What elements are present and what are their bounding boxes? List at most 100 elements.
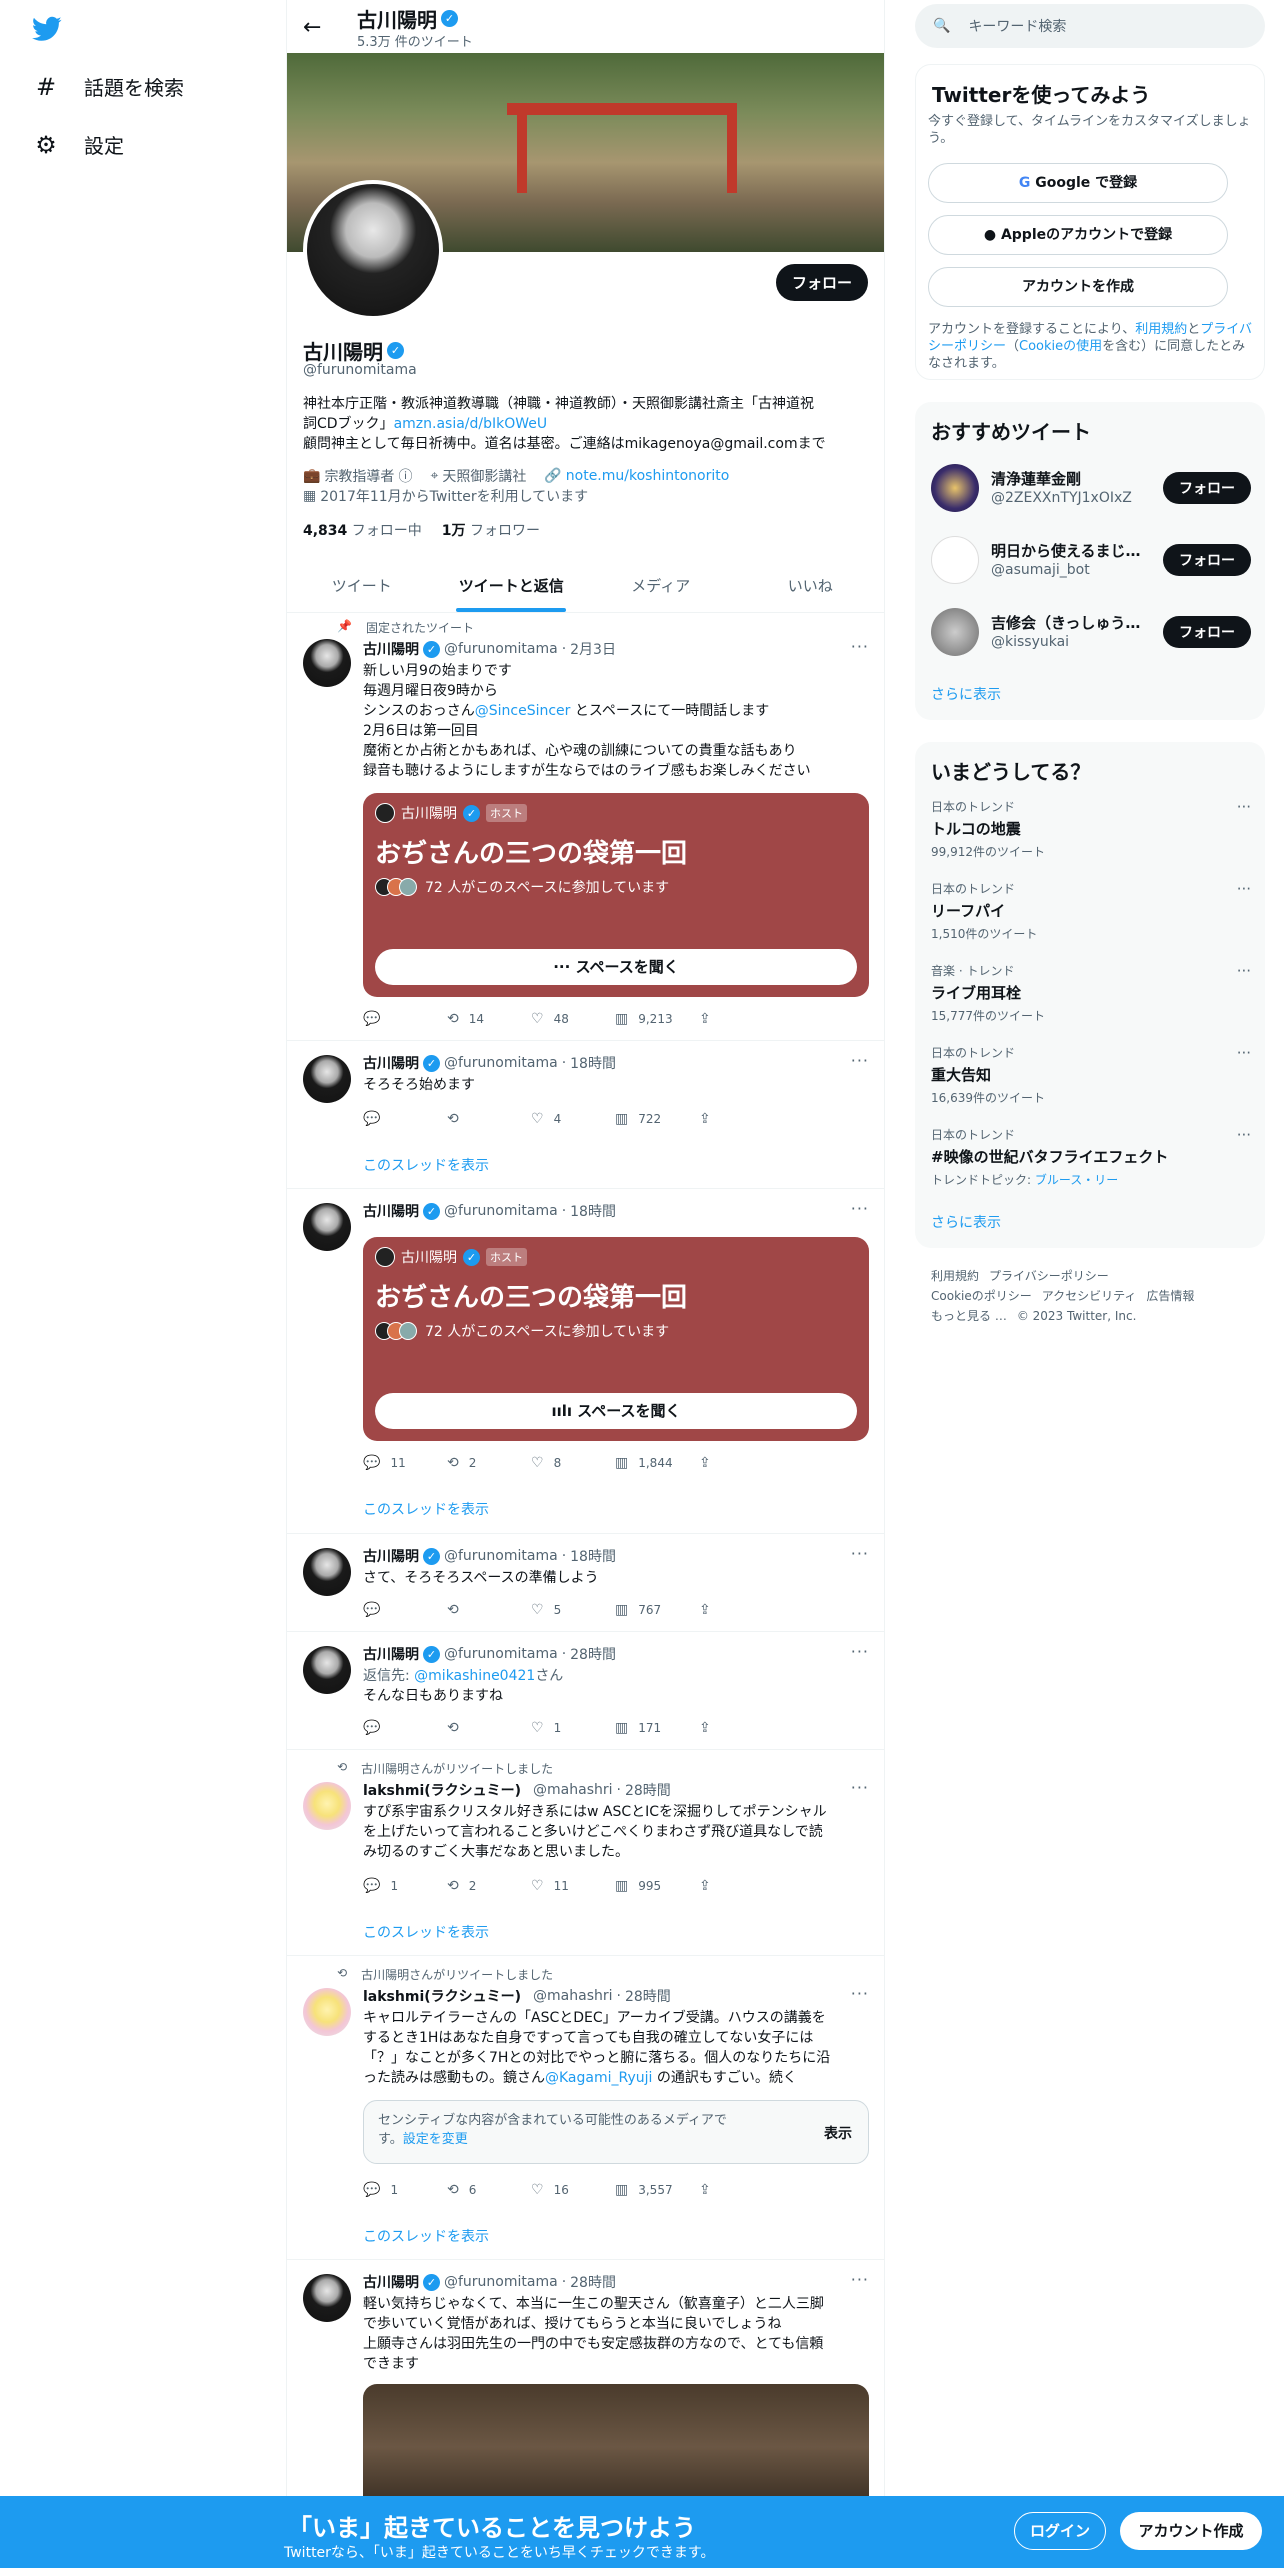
trend-item[interactable]: 日本のトレンド トルコの地震 99,912件のツイート ··· xyxy=(931,798,1251,868)
tab-tweets-replies[interactable]: ツイートと返信 xyxy=(437,560,587,612)
retweet-button[interactable]: ⟲ xyxy=(447,1602,531,1618)
tweet[interactable]: ⟲ 古川陽明さんがリツイートしました lakshmi(ラクシュミー) @mahash… xyxy=(287,1956,884,2260)
author-name[interactable]: 古川陽明 xyxy=(363,1546,419,1566)
followers-link[interactable]: 1万 フォロワー xyxy=(442,520,540,540)
more-icon[interactable]: ··· xyxy=(851,1199,869,1218)
apple-signup-button[interactable]: ● Appleのアカウントで登録 xyxy=(928,215,1228,255)
views-button[interactable]: ▥ 995 xyxy=(615,1878,699,1894)
search-box[interactable]: 🔍 キーワード検索 xyxy=(915,4,1265,48)
retweet-button[interactable]: ⟲ 2 xyxy=(447,1878,531,1894)
like-button[interactable]: ♡ 8 xyxy=(531,1455,615,1471)
like-button[interactable]: ♡ 16 xyxy=(531,2182,615,2198)
footer-link[interactable]: もっと見る … xyxy=(931,1309,1007,1323)
signup-button[interactable]: アカウント作成 xyxy=(1120,2512,1262,2550)
more-icon[interactable]: ··· xyxy=(851,1051,869,1070)
profile-url[interactable]: 🔗 note.mu/koshintonorito xyxy=(544,466,729,486)
tab-likes[interactable]: いいね xyxy=(736,560,885,612)
avatar[interactable] xyxy=(303,1203,351,1251)
user-avatar[interactable] xyxy=(931,536,979,584)
reply-button[interactable]: 💬 xyxy=(363,1111,447,1127)
more-icon[interactable]: ··· xyxy=(851,1544,869,1563)
recommended-user[interactable]: 明日から使えるまじ… @asumaji_bot フォロー xyxy=(931,534,1251,586)
trend-item[interactable]: 日本のトレンド #映像の世紀バタフライエフェクト トレンドトピック: ブルース・リー… xyxy=(931,1126,1251,1196)
tweet-time[interactable]: 28時間 xyxy=(570,2272,616,2292)
listen-button[interactable]: ··· スペースを聞く xyxy=(375,949,857,985)
change-settings-link[interactable]: 設定を変更 xyxy=(403,2132,468,2147)
reply-button[interactable]: 💬 1 xyxy=(363,1878,447,1894)
terms-link[interactable]: 利用規約 xyxy=(1135,322,1187,337)
mention-link[interactable]: @mikashine0421 xyxy=(414,1668,535,1684)
listen-button[interactable]: ıılı スペースを聞く xyxy=(375,1393,857,1429)
follow-button[interactable]: フォロー xyxy=(1163,616,1251,648)
more-icon[interactable]: ··· xyxy=(851,637,869,656)
tweet[interactable]: 古川陽明 ✓ @furunomitama · 28時間 ··· 返信先: @mikash… xyxy=(287,1632,884,1750)
user-avatar[interactable] xyxy=(931,464,979,512)
avatar[interactable] xyxy=(303,2274,351,2322)
trend-item[interactable]: 音楽 · トレンド ライブ用耳栓 15,777件のツイート ··· xyxy=(931,962,1251,1032)
tab-tweets[interactable]: ツイート xyxy=(287,560,437,612)
footer-link[interactable]: 利用規約 xyxy=(931,1269,979,1283)
share-button[interactable]: ⇪ xyxy=(699,1011,783,1027)
nav-settings[interactable]: ⚙ 設定 xyxy=(32,130,124,159)
share-button[interactable]: ⇪ xyxy=(699,1455,783,1471)
tweet[interactable]: 古川陽明 ✓ @furunomitama · 18時間 ··· 古川陽明 ✓ ホスト おぢさ… xyxy=(287,1189,884,1534)
footer-link[interactable]: 広告情報 xyxy=(1146,1289,1194,1303)
mention-link[interactable]: @Kagami_Ryuji xyxy=(545,2070,652,2086)
show-more-link[interactable]: さらに表示 xyxy=(931,1212,1001,1232)
author-name[interactable]: 古川陽明 xyxy=(363,1644,419,1664)
author-name[interactable]: 古川陽明 xyxy=(363,1201,419,1221)
more-icon[interactable]: ··· xyxy=(1237,880,1251,898)
footer-link[interactable]: アクセシビリティ xyxy=(1042,1289,1137,1303)
reply-button[interactable]: 💬 1 xyxy=(363,2182,447,2198)
follow-button[interactable]: フォロー xyxy=(1163,472,1251,504)
more-icon[interactable]: ··· xyxy=(851,1778,869,1797)
login-button[interactable]: ログイン xyxy=(1014,2512,1106,2550)
nav-explore[interactable]: # 話題を検索 xyxy=(32,72,184,101)
share-button[interactable]: ⇪ xyxy=(699,1111,783,1127)
views-button[interactable]: ▥ 9,213 xyxy=(615,1011,699,1027)
retweet-button[interactable]: ⟲ xyxy=(447,1720,531,1736)
tweet[interactable]: 古川陽明 ✓ @furunomitama · 18時間 ··· そろそろ始めます 💬 ⟲… xyxy=(287,1041,884,1189)
share-button[interactable]: ⇪ xyxy=(699,2182,783,2198)
more-icon[interactable]: ··· xyxy=(851,1642,869,1661)
profile-avatar[interactable] xyxy=(303,180,443,320)
more-icon[interactable]: ··· xyxy=(1237,1126,1251,1144)
show-thread-link[interactable]: このスレッドを表示 xyxy=(363,1499,489,1519)
tweet[interactable]: 古川陽明 ✓ @furunomitama · 18時間 ··· さて、そろそろスペースの… xyxy=(287,1534,884,1632)
recommended-user[interactable]: 清浄蓮華金剛 @2ZEXXnTYJ1xOIxZ フォロー xyxy=(931,462,1251,514)
tab-media[interactable]: メディア xyxy=(586,560,736,612)
avatar[interactable] xyxy=(303,1988,351,2036)
show-media-button[interactable]: 表示 xyxy=(824,2123,852,2143)
trend-item[interactable]: 日本のトレンド リーフパイ 1,510件のツイート ··· xyxy=(931,880,1251,950)
views-button[interactable]: ▥ 767 xyxy=(615,1602,699,1618)
more-icon[interactable]: ··· xyxy=(1237,1044,1251,1062)
tweet-time[interactable]: 28時間 xyxy=(625,1986,671,2006)
more-icon[interactable]: ··· xyxy=(851,1984,869,2003)
tweet-time[interactable]: 28時間 xyxy=(625,1780,671,1800)
tweet-time[interactable]: 18時間 xyxy=(570,1546,616,1566)
follow-button[interactable]: フォロー xyxy=(1163,544,1251,576)
space-card[interactable]: 古川陽明 ✓ ホスト おぢさんの三つの袋第一回 72 人がこのスペースに参加していま… xyxy=(363,1237,869,1441)
author-name[interactable]: 古川陽明 xyxy=(363,2272,419,2292)
more-icon[interactable]: ··· xyxy=(1237,962,1251,980)
trend-item[interactable]: 日本のトレンド 重大告知 16,639件のツイート ··· xyxy=(931,1044,1251,1114)
like-button[interactable]: ♡ 4 xyxy=(531,1111,615,1127)
follow-button[interactable]: フォロー xyxy=(775,264,868,301)
reply-button[interactable]: 💬 11 xyxy=(363,1455,447,1471)
author-name[interactable]: lakshmi(ラクシュミー) xyxy=(363,1986,521,2006)
following-link[interactable]: 4,834 フォロー中 xyxy=(303,520,422,540)
user-avatar[interactable] xyxy=(931,608,979,656)
mention-link[interactable]: @SinceSincer xyxy=(475,703,571,719)
tweet-time[interactable]: 28時間 xyxy=(570,1644,616,1664)
author-name[interactable]: 古川陽明 xyxy=(363,1053,419,1073)
views-button[interactable]: ▥ 3,557 xyxy=(615,2182,699,2198)
retweet-button[interactable]: ⟲ 2 xyxy=(447,1455,531,1471)
google-signup-button[interactable]: G Google で登録 xyxy=(928,163,1228,203)
cookie-link[interactable]: Cookieの使用 xyxy=(1019,339,1102,354)
tweet[interactable]: ⟲ 古川陽明さんがリツイートしました lakshmi(ラクシュミー) @mahash… xyxy=(287,1750,884,1956)
show-thread-link[interactable]: このスレッドを表示 xyxy=(363,1155,489,1175)
reply-button[interactable]: 💬 xyxy=(363,1720,447,1736)
views-button[interactable]: ▥ 722 xyxy=(615,1111,699,1127)
more-icon[interactable]: ··· xyxy=(851,2270,869,2289)
footer-link[interactable]: Cookieのポリシー xyxy=(931,1289,1032,1303)
